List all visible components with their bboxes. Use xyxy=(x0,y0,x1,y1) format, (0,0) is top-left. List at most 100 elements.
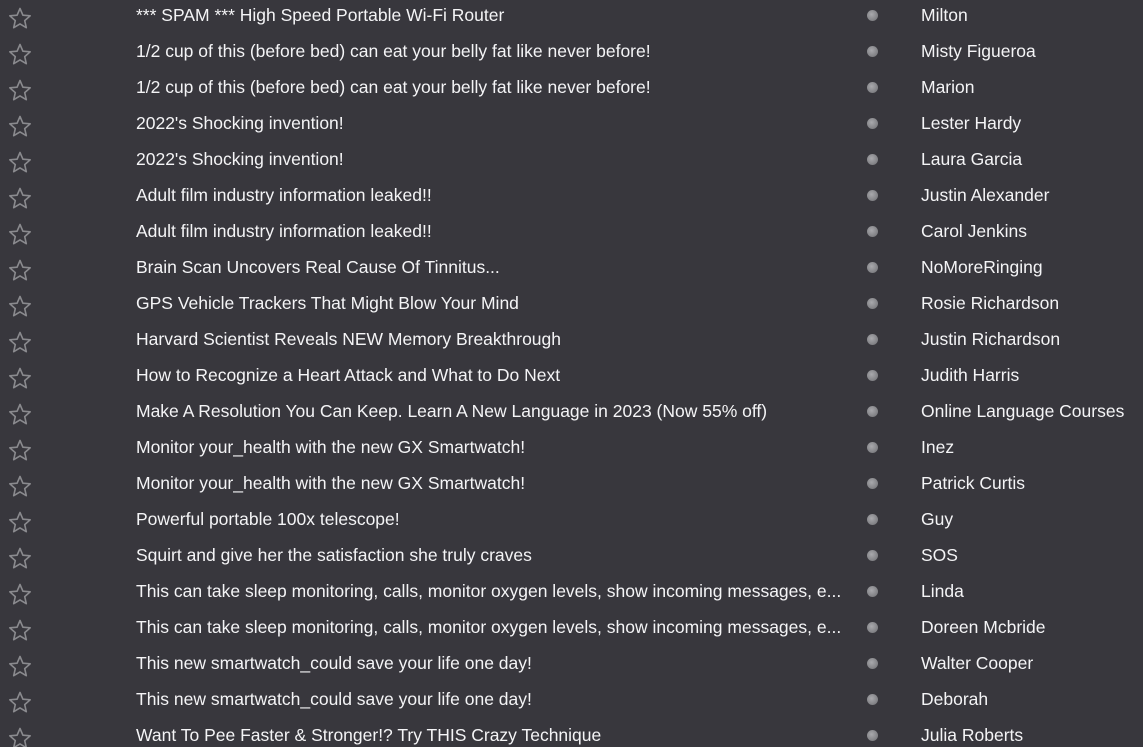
message-sender: Guy xyxy=(921,509,954,529)
star-outline-icon[interactable] xyxy=(8,115,32,137)
message-row[interactable]: This can take sleep monitoring, calls, m… xyxy=(0,612,1143,648)
star-outline-icon[interactable] xyxy=(8,475,32,497)
star-outline-icon[interactable] xyxy=(8,655,32,677)
read-dot-icon[interactable] xyxy=(867,226,878,237)
message-row[interactable]: GPS Vehicle Trackers That Might Blow You… xyxy=(0,288,1143,324)
message-subject[interactable]: How to Recognize a Heart Attack and What… xyxy=(136,360,848,396)
message-subject[interactable]: This can take sleep monitoring, calls, m… xyxy=(136,612,848,648)
message-sender: Lester Hardy xyxy=(921,113,1022,133)
message-sender: Doreen Mcbride xyxy=(921,617,1046,637)
message-subject[interactable]: 2022's Shocking invention! xyxy=(136,108,848,144)
message-row[interactable]: Monitor your_health with the new GX Smar… xyxy=(0,468,1143,504)
message-subject[interactable]: Adult film industry information leaked!! xyxy=(136,180,848,216)
star-outline-icon[interactable] xyxy=(8,331,32,353)
message-subject[interactable]: Monitor your_health with the new GX Smar… xyxy=(136,432,848,468)
message-sender: Marion xyxy=(921,77,975,97)
star-outline-icon[interactable] xyxy=(8,259,32,281)
message-sender: SOS xyxy=(921,545,958,565)
message-row[interactable]: 1/2 cup of this (before bed) can eat you… xyxy=(0,72,1143,108)
read-dot-icon[interactable] xyxy=(867,46,878,57)
star-outline-icon[interactable] xyxy=(8,79,32,101)
message-sender: Deborah xyxy=(921,689,989,709)
message-subject[interactable]: Want To Pee Faster & Stronger!? Try THIS… xyxy=(136,720,848,747)
read-dot-icon[interactable] xyxy=(867,82,878,93)
star-outline-icon[interactable] xyxy=(8,619,32,641)
message-row[interactable]: Powerful portable 100x telescope! Guy xyxy=(0,504,1143,540)
message-sender: Justin Alexander xyxy=(921,185,1050,205)
message-row[interactable]: 2022's Shocking invention! Laura Garcia xyxy=(0,144,1143,180)
star-outline-icon[interactable] xyxy=(8,403,32,425)
message-row[interactable]: Make A Resolution You Can Keep. Learn A … xyxy=(0,396,1143,432)
read-dot-icon[interactable] xyxy=(867,334,878,345)
message-sender: Rosie Richardson xyxy=(921,293,1060,313)
message-row[interactable]: How to Recognize a Heart Attack and What… xyxy=(0,360,1143,396)
message-subject[interactable]: Harvard Scientist Reveals NEW Memory Bre… xyxy=(136,324,848,360)
star-outline-icon[interactable] xyxy=(8,547,32,569)
message-row[interactable]: Brain Scan Uncovers Real Cause Of Tinnit… xyxy=(0,252,1143,288)
read-dot-icon[interactable] xyxy=(867,658,878,669)
read-dot-icon[interactable] xyxy=(867,190,878,201)
message-sender: Milton xyxy=(921,5,968,25)
message-row[interactable]: Adult film industry information leaked!!… xyxy=(0,180,1143,216)
read-dot-icon[interactable] xyxy=(867,478,878,489)
message-subject[interactable]: 1/2 cup of this (before bed) can eat you… xyxy=(136,72,848,108)
star-outline-icon[interactable] xyxy=(8,7,32,29)
message-row[interactable]: Want To Pee Faster & Stronger!? Try THIS… xyxy=(0,720,1143,747)
star-outline-icon[interactable] xyxy=(8,367,32,389)
read-dot-icon[interactable] xyxy=(867,118,878,129)
read-dot-icon[interactable] xyxy=(867,514,878,525)
message-subject[interactable]: 1/2 cup of this (before bed) can eat you… xyxy=(136,36,848,72)
star-outline-icon[interactable] xyxy=(8,583,32,605)
message-sender: Online Language Courses xyxy=(921,401,1125,421)
message-row[interactable]: 1/2 cup of this (before bed) can eat you… xyxy=(0,36,1143,72)
message-row[interactable]: Monitor your_health with the new GX Smar… xyxy=(0,432,1143,468)
read-dot-icon[interactable] xyxy=(867,550,878,561)
message-subject[interactable]: *** SPAM *** High Speed Portable Wi-Fi R… xyxy=(136,0,848,36)
read-dot-icon[interactable] xyxy=(867,154,878,165)
message-subject[interactable]: Brain Scan Uncovers Real Cause Of Tinnit… xyxy=(136,252,848,288)
read-dot-icon[interactable] xyxy=(867,586,878,597)
message-sender: Misty Figueroa xyxy=(921,41,1036,61)
message-sender: Linda xyxy=(921,581,964,601)
message-subject[interactable]: This new smartwatch_could save your life… xyxy=(136,684,848,720)
star-outline-icon[interactable] xyxy=(8,151,32,173)
star-outline-icon[interactable] xyxy=(8,691,32,713)
star-outline-icon[interactable] xyxy=(8,187,32,209)
message-subject[interactable]: This new smartwatch_could save your life… xyxy=(136,648,848,684)
star-outline-icon[interactable] xyxy=(8,43,32,65)
read-dot-icon[interactable] xyxy=(867,10,878,21)
message-row[interactable]: This can take sleep monitoring, calls, m… xyxy=(0,576,1143,612)
star-outline-icon[interactable] xyxy=(8,511,32,533)
read-dot-icon[interactable] xyxy=(867,622,878,633)
message-sender: Patrick Curtis xyxy=(921,473,1026,493)
read-dot-icon[interactable] xyxy=(867,730,878,741)
star-outline-icon[interactable] xyxy=(8,295,32,317)
message-subject[interactable]: 2022's Shocking invention! xyxy=(136,144,848,180)
message-subject[interactable]: Squirt and give her the satisfaction she… xyxy=(136,540,848,576)
message-row[interactable]: This new smartwatch_could save your life… xyxy=(0,684,1143,720)
read-dot-icon[interactable] xyxy=(867,370,878,381)
message-row[interactable]: 2022's Shocking invention! Lester Hardy xyxy=(0,108,1143,144)
star-outline-icon[interactable] xyxy=(8,439,32,461)
read-dot-icon[interactable] xyxy=(867,442,878,453)
read-dot-icon[interactable] xyxy=(867,298,878,309)
message-sender: NoMoreRinging xyxy=(921,257,1043,277)
message-subject[interactable]: GPS Vehicle Trackers That Might Blow You… xyxy=(136,288,848,324)
read-dot-icon[interactable] xyxy=(867,406,878,417)
read-dot-icon[interactable] xyxy=(867,262,878,273)
message-row[interactable]: Harvard Scientist Reveals NEW Memory Bre… xyxy=(0,324,1143,360)
message-subject[interactable]: Make A Resolution You Can Keep. Learn A … xyxy=(136,396,848,432)
message-list: *** SPAM *** High Speed Portable Wi-Fi R… xyxy=(0,0,1143,747)
message-sender: Julia Roberts xyxy=(921,725,1024,745)
star-outline-icon[interactable] xyxy=(8,223,32,245)
message-subject[interactable]: Adult film industry information leaked!! xyxy=(136,216,848,252)
message-row[interactable]: Adult film industry information leaked!!… xyxy=(0,216,1143,252)
message-row[interactable]: This new smartwatch_could save your life… xyxy=(0,648,1143,684)
message-subject[interactable]: Powerful portable 100x telescope! xyxy=(136,504,848,540)
message-row[interactable]: Squirt and give her the satisfaction she… xyxy=(0,540,1143,576)
message-subject[interactable]: This can take sleep monitoring, calls, m… xyxy=(136,576,848,612)
message-subject[interactable]: Monitor your_health with the new GX Smar… xyxy=(136,468,848,504)
message-row[interactable]: *** SPAM *** High Speed Portable Wi-Fi R… xyxy=(0,0,1143,36)
star-outline-icon[interactable] xyxy=(8,727,32,747)
read-dot-icon[interactable] xyxy=(867,694,878,705)
